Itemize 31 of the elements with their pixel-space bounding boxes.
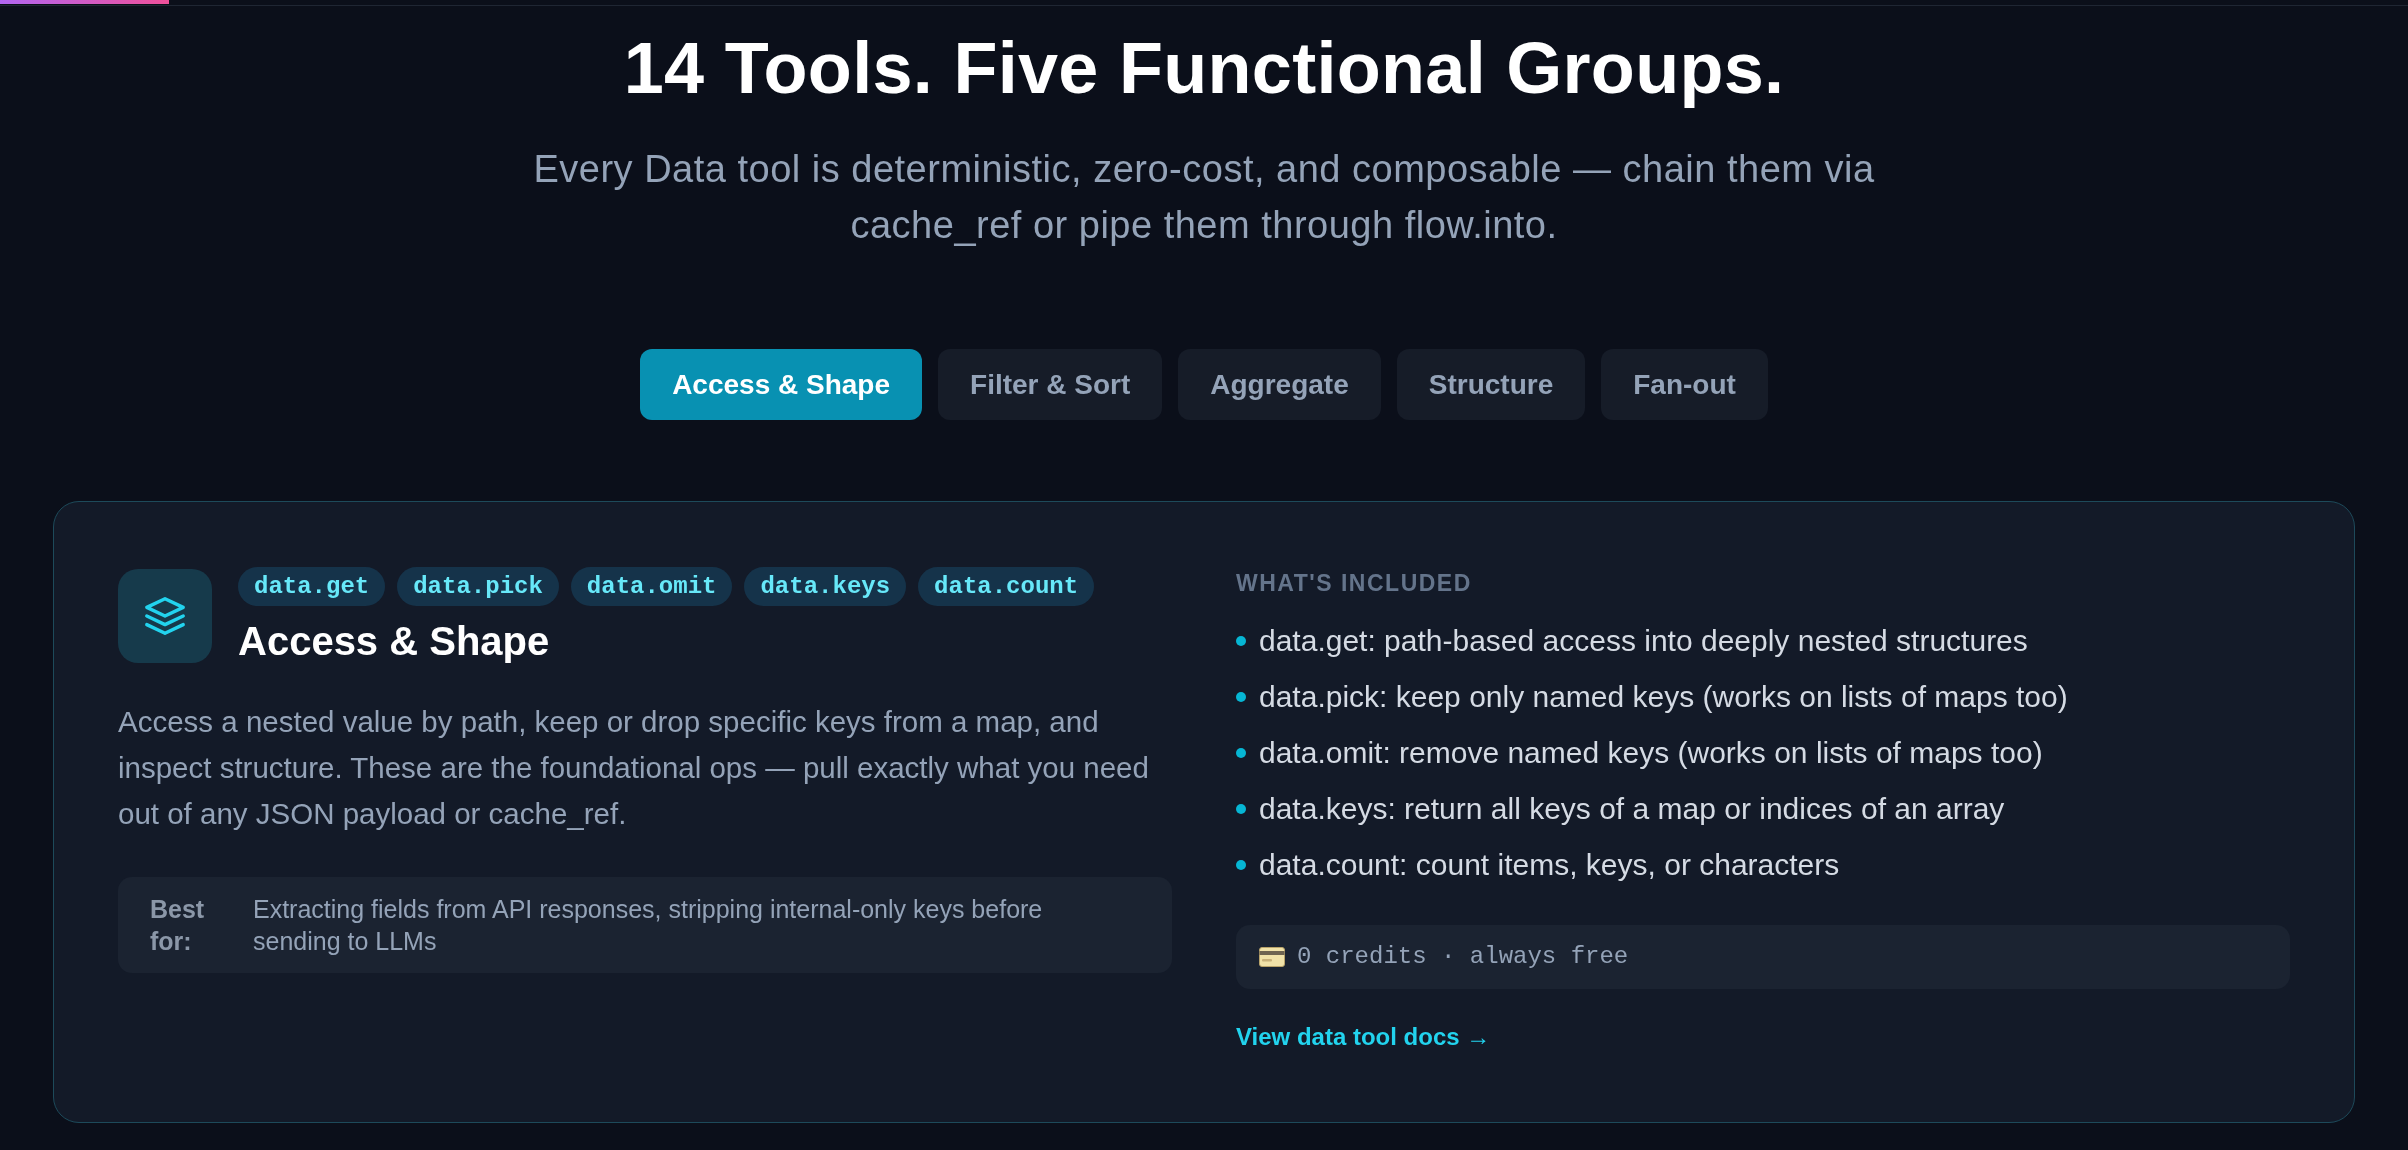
bullet-dot-icon <box>1236 804 1246 814</box>
tool-tag: data.pick <box>397 567 559 606</box>
layers-icon <box>118 568 212 663</box>
included-item: data.get: path-based access into deeply nested structures <box>1259 623 2028 659</box>
tool-tag: data.keys <box>744 567 907 606</box>
bullet-dot-icon <box>1236 692 1246 702</box>
group-title: Access & Shape <box>238 618 551 664</box>
tool-tag: data.get <box>238 567 386 606</box>
group-tab[interactable]: Fan-out <box>1601 349 1768 420</box>
tool-tag: data.count <box>918 567 1095 606</box>
docs-link[interactable]: View data tool docs → <box>1236 1022 1491 1052</box>
group-description: Access a nested value by path, keep or drop specific keys from a map, and inspect structure. These are the foundational ops — pull exactly what you need out of any JSON payload or cache_ref. <box>118 704 1150 832</box>
group-tab[interactable]: Access & Shape <box>640 349 923 420</box>
group-tab[interactable]: Structure <box>1396 349 1586 420</box>
section-title: 14 Tools. Five Functional Groups. <box>622 27 1786 110</box>
included-heading: WHAT'S INCLUDED <box>1236 570 1473 596</box>
best-for-label: Best for: <box>150 894 206 957</box>
included-item: data.count: count items, keys, or characters <box>1259 847 1840 883</box>
included-item: data.omit: remove named keys (works on lists of maps too) <box>1259 735 2043 771</box>
best-for-text: Extracting fields from API responses, stripping internal-only keys before sending to LLMs <box>253 894 1044 957</box>
cost-note: 0 credits · always free <box>1297 942 1629 972</box>
included-item: data.keys: return all keys of a map or indices of an array <box>1259 791 2005 827</box>
included-item: data.pick: keep only named keys (works on lists of maps too) <box>1259 679 2068 715</box>
group-tab[interactable]: Aggregate <box>1178 349 1381 420</box>
credit-card-icon <box>1259 947 1285 967</box>
bullet-dot-icon <box>1236 860 1246 870</box>
bullet-dot-icon <box>1236 636 1246 646</box>
section-subtitle: Every Data tool is deterministic, zero-cost, and composable — chain them via cache_ref or pipe them through flow.into. <box>532 147 1876 248</box>
bullet-dot-icon <box>1236 748 1246 758</box>
group-tab[interactable]: Filter & Sort <box>938 349 1163 420</box>
tool-tag: data.omit <box>570 567 733 606</box>
